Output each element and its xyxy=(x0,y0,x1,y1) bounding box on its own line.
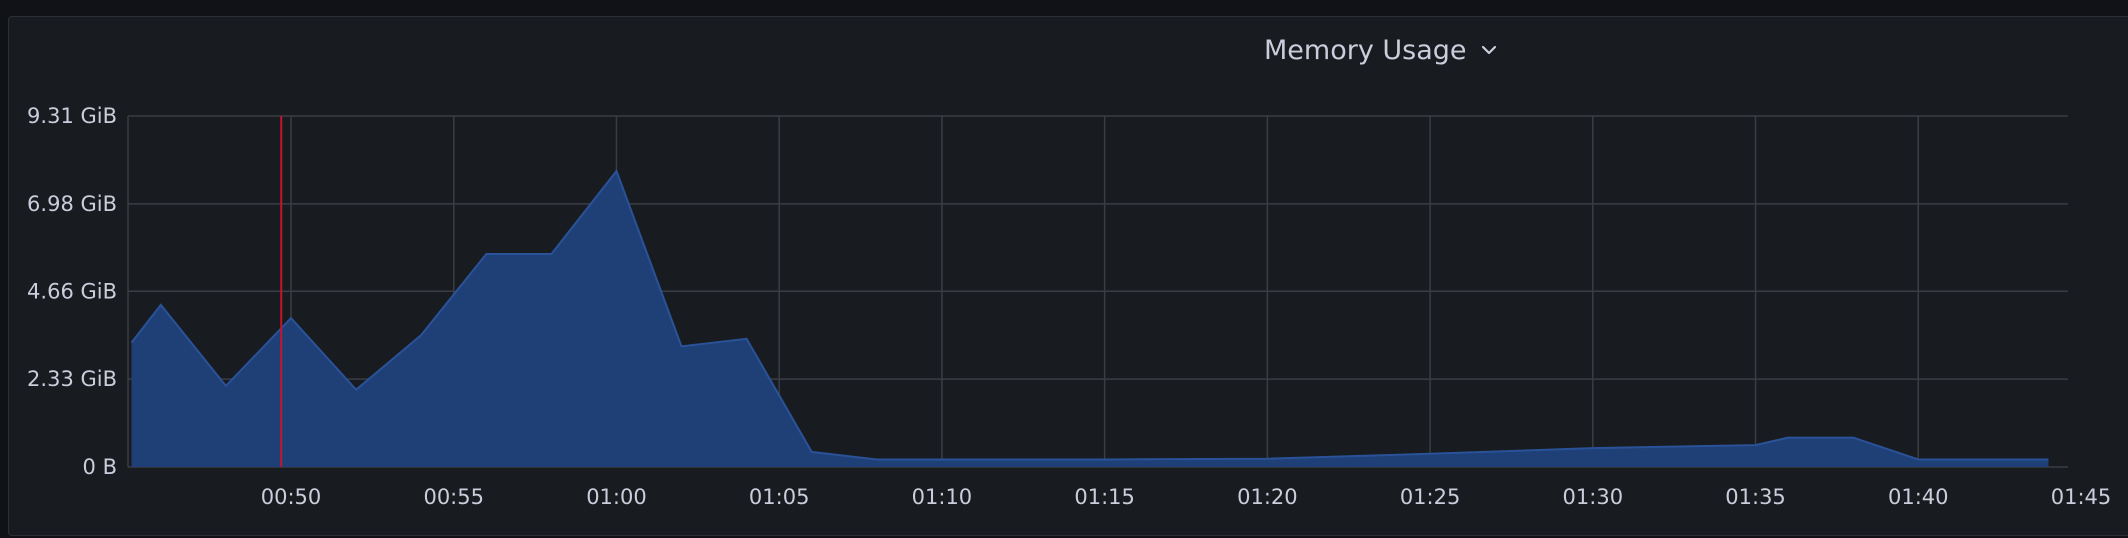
x-tick-label: 01:10 xyxy=(912,485,973,509)
x-tick-label: 01:35 xyxy=(1725,485,1786,509)
x-tick-label: 01:05 xyxy=(749,485,810,509)
x-tick-label: 01:45 xyxy=(2051,485,2112,509)
x-tick-label: 00:50 xyxy=(261,485,322,509)
x-tick-label: 01:15 xyxy=(1074,485,1135,509)
x-tick-label: 00:55 xyxy=(423,485,484,509)
y-tick-label: 4.66 GiB xyxy=(27,279,117,303)
y-axis: 0 B 2.33 GiB 4.66 GiB 6.98 GiB 9.31 GiB xyxy=(27,104,117,479)
panel-title-menu[interactable]: Memory Usage xyxy=(1264,30,1501,70)
memory-area xyxy=(131,171,2049,467)
y-tick-label: 6.98 GiB xyxy=(27,192,117,216)
y-tick-label: 2.33 GiB xyxy=(27,367,117,391)
x-tick-label: 01:25 xyxy=(1400,485,1461,509)
x-axis: 00:50 00:55 01:00 01:05 01:10 01:15 01:20 01:25… xyxy=(261,485,2112,509)
y-tick-label: 9.31 GiB xyxy=(27,104,117,128)
panel-title: Memory Usage xyxy=(1264,34,1467,66)
y-tick-label: 0 B xyxy=(83,455,117,479)
x-tick-label: 01:30 xyxy=(1563,485,1624,509)
x-tick-label: 01:40 xyxy=(1888,485,1949,509)
chart-series-layer xyxy=(130,168,2049,467)
x-tick-label: 01:00 xyxy=(586,485,647,509)
chevron-down-icon xyxy=(1481,45,1496,55)
memory-usage-chart: 0 B 2.33 GiB 4.66 GiB 6.98 GiB 9.31 GiB 00:5… xyxy=(27,104,2112,509)
x-tick-label: 01:20 xyxy=(1237,485,1298,509)
